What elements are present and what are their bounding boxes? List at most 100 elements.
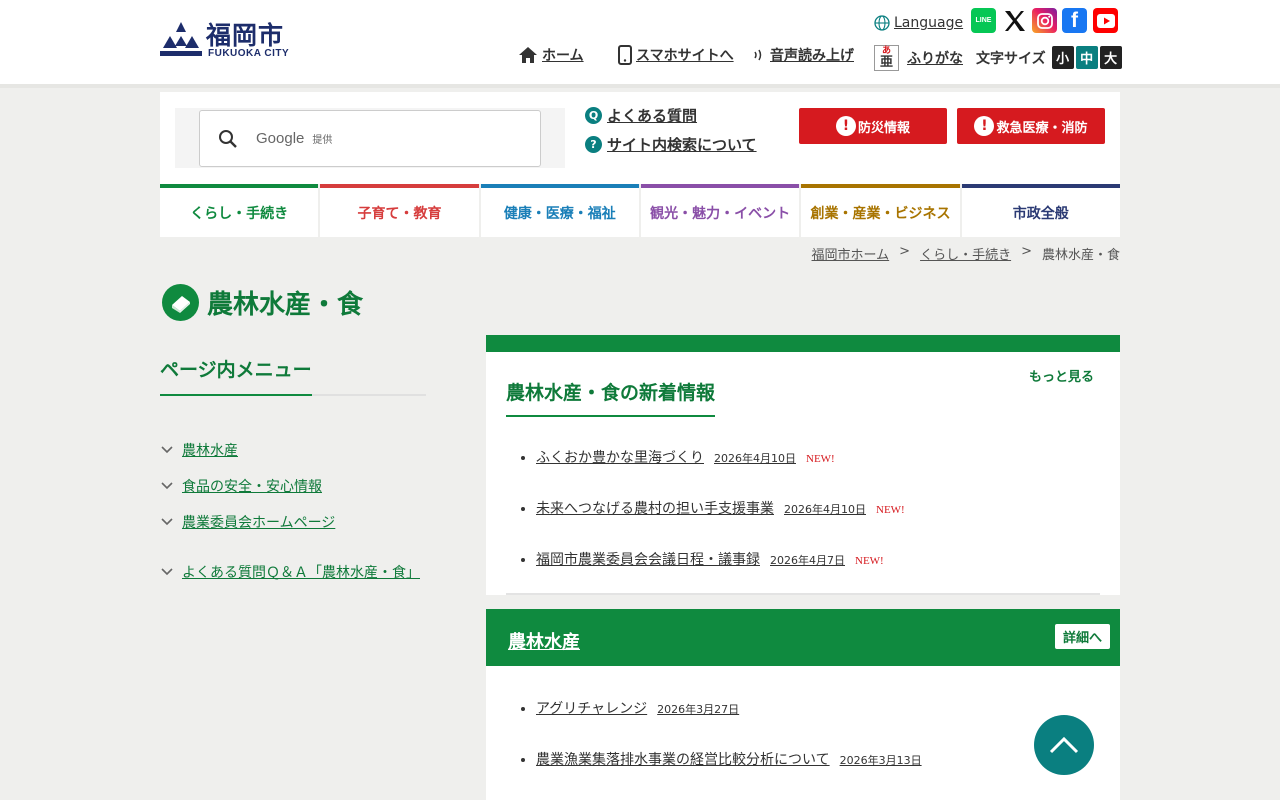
global-nav: くらし・手続き 子育て・教育 健康・医療・福祉 観光・魅力・イベント 創業・産業… xyxy=(160,184,1120,237)
search-input[interactable]: Google 提供 xyxy=(199,110,541,167)
home-icon xyxy=(519,47,537,63)
new-badge: NEW! xyxy=(855,555,884,567)
home-link[interactable]: ホーム xyxy=(518,45,584,65)
new-badge: NEW! xyxy=(876,504,905,516)
youtube-icon[interactable] xyxy=(1093,8,1118,33)
font-size-large-button[interactable]: 大 xyxy=(1099,46,1122,69)
news-title: 農林水産・食の新着情報 xyxy=(506,378,716,417)
nav-childcare[interactable]: 子育て・教育 xyxy=(320,184,479,237)
disaster-info-button[interactable]: ! 防災情報 xyxy=(799,108,947,144)
page-menu-item-label: 農業委員会ホームページ xyxy=(182,515,336,531)
font-size-medium-button[interactable]: 中 xyxy=(1075,46,1098,69)
news-item-date: 2026年4月7日 xyxy=(770,554,845,567)
section-item-date: 2026年3月27日 xyxy=(657,703,740,716)
section-item[interactable]: アグリチャレンジ 2026年3月27日 xyxy=(536,699,922,750)
font-size-small-button[interactable]: 小 xyxy=(1051,46,1074,69)
disaster-info-label: 防災情報 xyxy=(857,120,910,136)
language-label: Language xyxy=(894,15,964,31)
chevron-up-icon xyxy=(1049,736,1079,754)
new-badge: NEW! xyxy=(806,453,835,465)
page-menu-item-label: 農林水産 xyxy=(182,443,238,459)
breadcrumb-separator: > xyxy=(1021,244,1032,259)
exclamation-icon: ! xyxy=(974,116,995,136)
page-menu-title: ページ内メニュー xyxy=(160,355,426,396)
section-item[interactable]: 農業漁業集落排水事業の経営比較分析について 2026年3月13日 xyxy=(536,750,922,800)
page-menu-item[interactable]: 農林水産 xyxy=(160,432,426,468)
news-item-title: 未来へつなげる農村の担い手支援事業 xyxy=(536,501,774,517)
breadcrumb: 福岡市ホーム > くらし・手続き > 農林水産・食 xyxy=(812,244,1120,263)
font-size-label: 文字サイズ xyxy=(976,50,1046,67)
news-item[interactable]: 未来へつなげる農村の担い手支援事業 2026年4月10日 NEW! xyxy=(536,499,905,550)
smartphone-site-label: スマホサイトへ xyxy=(636,48,734,64)
sound-wave-icon xyxy=(754,49,762,61)
nav-city-admin[interactable]: 市政全般 xyxy=(961,184,1120,237)
page-menu-item[interactable]: 食品の安全・安心情報 xyxy=(160,468,426,504)
breadcrumb-current: 農林水産・食 xyxy=(1041,248,1120,263)
news-item-date: 2026年4月10日 xyxy=(714,452,796,465)
section-list: アグリチャレンジ 2026年3月27日 農業漁業集落排水事業の経営比較分析について… xyxy=(486,666,1120,800)
nav-tourism[interactable]: 観光・魅力・イベント xyxy=(640,184,800,237)
search-area: Google 提供 xyxy=(175,108,565,168)
page-menu-item-label: よくある質問Ｑ＆Ａ「農林水産・食」 xyxy=(182,565,420,581)
nav-business[interactable]: 創業・産業・ビジネス xyxy=(801,184,960,237)
furigana-icon: あ 亜 xyxy=(874,45,899,71)
page-heading: 農林水産・食 xyxy=(162,284,363,321)
exclamation-icon: ! xyxy=(835,116,856,136)
globe-icon xyxy=(874,15,890,31)
news-panel: 農林水産・食の新着情報 もっと見る ふくおか豊かな里海づくり 2026年4月10日… xyxy=(486,335,1120,595)
divider xyxy=(506,593,1100,595)
emergency-medical-button[interactable]: ! 救急医療・消防 xyxy=(957,108,1105,144)
breadcrumb-separator: > xyxy=(899,244,911,259)
breadcrumb-home[interactable]: 福岡市ホーム xyxy=(812,244,890,263)
logo-title: 福岡市 xyxy=(206,21,285,50)
language-link[interactable]: Language xyxy=(874,15,963,31)
facebook-icon[interactable]: f xyxy=(1062,8,1087,33)
home-label: ホーム xyxy=(542,48,584,64)
breadcrumb-living[interactable]: くらし・手続き xyxy=(920,244,1011,263)
furigana-link[interactable]: あ 亜 ふりがな xyxy=(874,45,963,71)
logo-subtitle: FUKUOKA CITY xyxy=(208,48,290,59)
more-link[interactable]: もっと見る xyxy=(1029,366,1094,385)
furigana-icon-bottom: 亜 xyxy=(879,55,893,70)
page-menu-item[interactable]: よくある質問Ｑ＆Ａ「農林水産・食」 xyxy=(160,554,426,590)
search-icon[interactable] xyxy=(218,129,238,149)
faq-label: よくある質問 xyxy=(607,107,698,125)
news-item-title: ふくおか豊かな里海づくり xyxy=(536,450,704,466)
page-menu-item[interactable]: 農業委員会ホームページ xyxy=(160,504,426,540)
help-icon: ? xyxy=(585,136,602,153)
chevron-down-icon xyxy=(161,482,173,490)
google-label: Google xyxy=(256,130,305,147)
page-title: 農林水産・食 xyxy=(207,290,364,320)
news-item[interactable]: ふくおか豊かな里海づくり 2026年4月10日 NEW! xyxy=(536,448,905,499)
nav-health[interactable]: 健康・医療・福祉 xyxy=(480,184,639,237)
detail-button[interactable]: 詳細へ xyxy=(1054,624,1110,649)
section-title[interactable]: 農林水産 xyxy=(508,628,580,654)
question-icon: Q xyxy=(585,107,602,124)
about-search-link[interactable]: ? サイト内検索について xyxy=(585,134,757,155)
news-item-date: 2026年4月10日 xyxy=(784,503,866,516)
section-header: 農林水産 詳細へ xyxy=(486,609,1120,666)
fukuoka-emblem-icon xyxy=(160,22,202,56)
section-item-title: アグリチャレンジ xyxy=(536,701,648,717)
page-menu-item-label: 食品の安全・安心情報 xyxy=(182,479,322,495)
smartphone-icon xyxy=(618,45,632,65)
news-item-title: 福岡市農業委員会会議日程・議事録 xyxy=(536,552,760,568)
furigana-label: ふりがな xyxy=(907,51,963,67)
emergency-medical-label: 救急医療・消防 xyxy=(996,120,1088,136)
voice-reading-link[interactable]: 音声読み上げ xyxy=(752,45,854,65)
x-twitter-icon[interactable] xyxy=(1002,8,1027,33)
about-search-label: サイト内検索について xyxy=(607,136,757,154)
search-help-links: Q よくある質問 ? サイト内検索について xyxy=(585,105,757,163)
instagram-icon[interactable] xyxy=(1032,8,1057,33)
section-item-title: 農業漁業集落排水事業の経営比較分析について xyxy=(536,752,830,768)
book-icon xyxy=(162,284,199,321)
site-logo[interactable]: 福岡市 FUKUOKA CITY xyxy=(160,16,300,60)
nav-living[interactable]: くらし・手続き xyxy=(160,184,319,237)
faq-link[interactable]: Q よくある質問 xyxy=(585,105,757,126)
smartphone-site-link[interactable]: スマホサイトへ xyxy=(618,45,734,65)
provided-label: 提供 xyxy=(312,135,333,146)
back-to-top-button[interactable] xyxy=(1034,715,1094,775)
site-header: 福岡市 FUKUOKA CITY Language LINE f ホーム スマホ… xyxy=(0,0,1280,88)
line-icon[interactable]: LINE xyxy=(971,8,996,33)
font-size-control: 文字サイズ 小 中 大 xyxy=(976,46,1122,69)
